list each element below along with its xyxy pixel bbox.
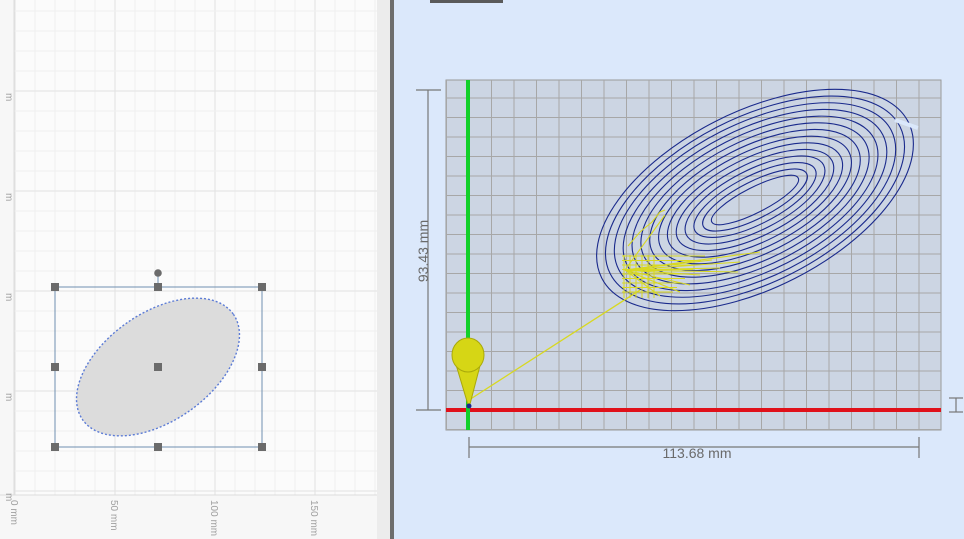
pane-splitter[interactable]: [377, 0, 391, 539]
x-ruler-label: 100 mm: [208, 500, 219, 536]
x-ruler-label: 0 mm: [8, 500, 19, 525]
rotate-handle[interactable]: [154, 269, 162, 277]
x-ruler-label: 50 mm: [108, 500, 119, 531]
y-ruler-label: m: [3, 393, 14, 401]
design-grid: [14, 0, 377, 495]
resize-handle-top-left[interactable]: [51, 283, 59, 291]
resize-handle-top[interactable]: [154, 283, 162, 291]
resize-handle-right[interactable]: [258, 363, 266, 371]
preview-svg: 113.68 mm 93.43 mm: [415, 0, 963, 461]
preview-tab[interactable]: [430, 0, 503, 3]
vertical-ruler: [0, 0, 14, 539]
horizontal-ruler: [0, 495, 377, 539]
edge-marker: [949, 397, 963, 413]
width-dimension-label: 113.68 mm: [663, 445, 732, 461]
resize-handle-bottom-right[interactable]: [258, 443, 266, 451]
y-ruler-label: m: [3, 193, 14, 201]
design-canvas[interactable]: m m m m m 0 mm 50 mm 100 mm 150 mm: [0, 0, 377, 539]
y-ruler-label: m: [3, 293, 14, 301]
move-handle-center[interactable]: [154, 363, 162, 371]
x-ruler-label: 150 mm: [308, 500, 319, 536]
resize-handle-bottom[interactable]: [154, 443, 162, 451]
resize-handle-bottom-left[interactable]: [51, 443, 59, 451]
resize-handle-top-right[interactable]: [258, 283, 266, 291]
resize-handle-left[interactable]: [51, 363, 59, 371]
height-dimension-label: 93.43 mm: [415, 220, 431, 282]
design-canvas-svg: m m m m m 0 mm 50 mm 100 mm 150 mm: [0, 0, 377, 539]
toolpath-preview[interactable]: 113.68 mm 93.43 mm: [390, 0, 964, 539]
y-ruler-label: m: [3, 93, 14, 101]
